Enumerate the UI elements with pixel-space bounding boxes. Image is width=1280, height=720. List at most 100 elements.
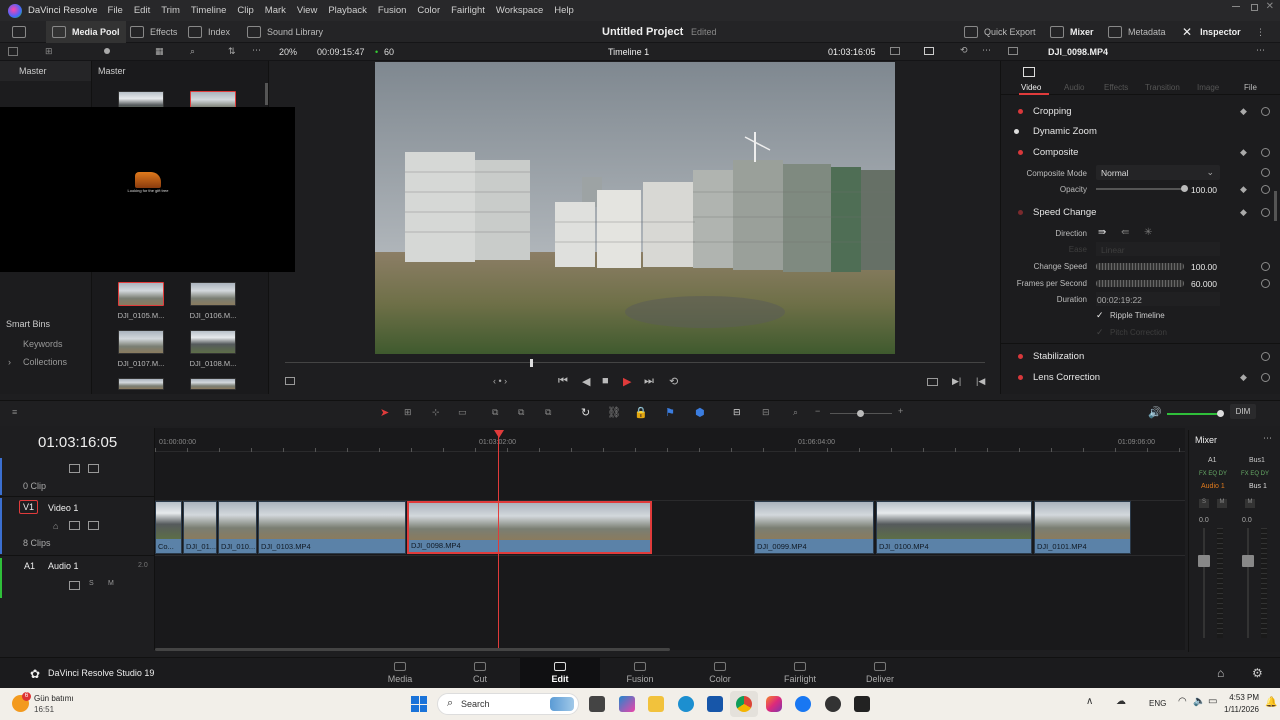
keyframe-icon[interactable]: ◆ [1240,372,1247,383]
go-to-start-icon[interactable]: ⏮ [558,375,568,388]
menu-clip[interactable]: Clip [237,5,253,16]
mixer-button[interactable]: Mixer [1050,21,1094,43]
mixer-mute-button[interactable]: M [1217,499,1227,508]
keyframe-icon[interactable]: ◆ [1240,147,1247,158]
search-icon[interactable]: ⌕ [190,46,195,57]
menu-mark[interactable]: Mark [265,5,286,16]
clip-view-icon[interactable] [924,47,934,55]
bin-collections[interactable]: Collections [23,357,67,367]
replace-clip-icon[interactable]: ⧉ [545,407,551,418]
mixer-more-icon[interactable]: ⋯ [1263,433,1272,444]
app-icon[interactable] [854,696,870,712]
position-lock-icon[interactable]: 🔒 [634,406,648,419]
sort-icon[interactable]: ⇅ [228,46,236,57]
reset-icon[interactable] [1261,208,1270,217]
menu-view[interactable]: View [297,5,317,16]
timeline-playhead[interactable] [498,436,499,648]
chrome-icon[interactable] [736,696,752,712]
keyframe-icon[interactable]: ◆ [1240,106,1247,117]
crop-tool-icon[interactable] [285,377,295,385]
zoom-detail-icon[interactable]: ⊟ [762,407,770,418]
overwrite-clip-icon[interactable]: ⧉ [518,407,524,418]
prev-edit-icon[interactable]: |◀ [976,376,985,387]
dim-button[interactable]: DIM [1230,404,1256,419]
cropping-enable-dot[interactable] [1018,109,1023,114]
zoom-slider-knob[interactable] [857,410,864,417]
match-frame-icon[interactable] [927,378,938,386]
lock-track-icon[interactable]: ⌂ [53,521,58,531]
track-destination-icon[interactable] [88,464,99,473]
reset-icon[interactable] [1261,352,1270,361]
keyframe-icon[interactable]: ◆ [1240,184,1247,195]
volume-icon[interactable]: 🔈 [1193,696,1205,707]
viewer-scrubber[interactable] [285,362,985,363]
inspector-more-icon[interactable]: ⋯ [1256,45,1265,56]
tab-file[interactable]: File [1244,83,1257,92]
menu-edit[interactable]: Edit [134,5,150,16]
track-monitor-icon[interactable] [69,581,80,590]
snapping-icon[interactable]: ↻ [581,406,590,419]
opacity-slider-knob[interactable] [1181,185,1188,192]
media-thumbnail[interactable] [190,282,236,306]
fps-slider[interactable] [1096,280,1184,287]
clock-time[interactable]: 4:53 PM [1221,693,1259,702]
grid-view-icon[interactable]: ▦ [155,46,164,57]
video-track-id[interactable]: V1 [19,500,38,514]
menu-timeline[interactable]: Timeline [191,5,227,16]
zoom-out-icon[interactable]: ⌕ [793,407,798,418]
timeline-clip[interactable]: DJI_0103.MP4 [258,501,406,554]
language-indicator[interactable]: ENG [1149,699,1166,708]
settings-gear-icon[interactable]: ⚙ [1252,666,1263,680]
close-icon[interactable]: ✕ [1266,1,1274,12]
maximize-icon[interactable] [1251,4,1258,11]
timeline-options-icon[interactable]: ≡ [12,407,17,417]
selection-tool-icon[interactable]: ➤ [380,406,389,419]
toolbar-more-icon[interactable]: ⋮ [1256,21,1265,43]
media-thumbnail[interactable] [190,330,236,354]
file-explorer-icon[interactable] [648,696,664,712]
reset-icon[interactable] [1261,168,1270,177]
volume-slider[interactable] [1167,413,1222,415]
mixer-fx-eq-dy[interactable]: FX EQ DY [1241,471,1269,477]
zoom-minus-icon[interactable]: − [815,406,820,416]
tray-overflow-icon[interactable]: ∧ [1086,696,1093,707]
reset-icon[interactable] [1261,148,1270,157]
copilot-icon[interactable] [619,696,635,712]
sidebar-toggle-icon[interactable] [8,47,18,56]
play-icon[interactable]: ▶ [623,375,631,388]
timeline-playhead-handle[interactable] [494,430,504,438]
facebook-icon[interactable] [795,696,811,712]
menu-trim[interactable]: Trim [161,5,180,16]
menu-playback[interactable]: Playback [328,5,367,16]
ripple-checkbox[interactable]: ✓ [1096,310,1104,321]
page-cut[interactable]: Cut [440,658,520,689]
mute-button[interactable]: M [108,580,114,587]
audio-track-id[interactable]: A1 [24,561,35,571]
scrubber-playhead[interactable] [530,359,533,367]
tab-video[interactable]: Video [1021,83,1041,92]
menu-fairlight[interactable]: Fairlight [451,5,485,16]
tab-audio[interactable]: Audio [1064,83,1084,92]
tab-effects[interactable]: Effects [1104,83,1128,92]
zoom-plus-icon[interactable]: + [898,406,903,416]
opacity-slider[interactable] [1096,188,1186,190]
reset-icon[interactable] [1261,279,1270,288]
timeline-clip[interactable]: DJI_01... [183,501,217,554]
section-dynamic-zoom[interactable]: Dynamic Zoom [1033,126,1280,137]
lens-correction-enable-dot[interactable] [1018,375,1023,380]
reset-icon[interactable] [1261,185,1270,194]
stop-icon[interactable]: ■ [602,375,609,387]
menu-file[interactable]: File [108,5,123,16]
home-icon[interactable]: ⌂ [1217,666,1224,680]
media-pool-button[interactable]: Media Pool [46,21,126,43]
composite-enable-dot[interactable] [1018,150,1023,155]
thumbnail-size-slider[interactable] [104,48,110,54]
direction-forward-icon[interactable]: ⇛ [1098,227,1106,238]
pitch-checkbox[interactable]: ✓ [1096,327,1104,338]
fader-knob[interactable] [1198,555,1210,567]
section-stabilization[interactable]: Stabilization [1033,351,1280,362]
track-monitor-icon[interactable] [69,464,80,473]
timeline-name[interactable]: Timeline 1 [608,47,649,57]
menu-fusion[interactable]: Fusion [378,5,407,16]
mixer-fx-eq-dy[interactable]: FX EQ DY [1199,471,1227,477]
